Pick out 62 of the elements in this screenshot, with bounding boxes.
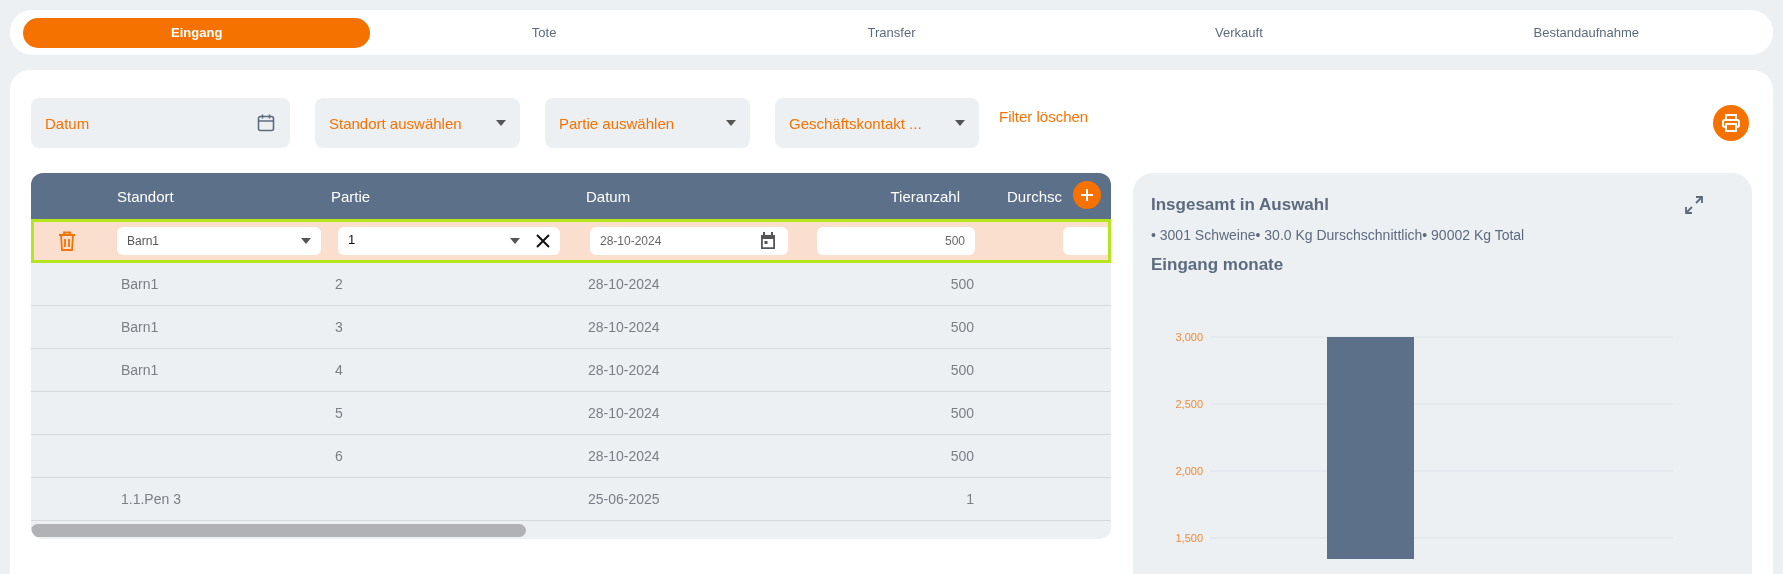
tab[interactable]: Transfer bbox=[717, 17, 1066, 48]
trash-icon[interactable] bbox=[58, 231, 76, 251]
caret-icon bbox=[510, 238, 520, 244]
expand-icon[interactable] bbox=[1684, 195, 1704, 215]
table-cell: 1.1.Pen 3 bbox=[121, 491, 181, 507]
clear-filters-link[interactable]: Filter löschen bbox=[999, 108, 1089, 125]
table-cell: 500 bbox=[950, 405, 974, 421]
table-cell: 3 bbox=[335, 319, 343, 335]
axis-tick-label: 3,000 bbox=[1175, 331, 1203, 343]
tab[interactable]: Verkauft bbox=[1065, 17, 1413, 48]
column-header[interactable]: Durchsc bbox=[975, 187, 1111, 205]
caret-icon bbox=[496, 120, 506, 126]
calendar-icon bbox=[256, 113, 276, 133]
table-cell: 1 bbox=[966, 491, 974, 507]
column-header[interactable]: Datum bbox=[586, 187, 786, 205]
caret-icon bbox=[955, 120, 965, 126]
tab[interactable]: Eingang bbox=[23, 17, 371, 48]
chart-title: Eingang monate bbox=[1151, 255, 1284, 275]
caret-icon bbox=[726, 120, 736, 126]
axis-tick-label: 1,500 bbox=[1175, 531, 1203, 544]
table-cell: 500 bbox=[950, 362, 974, 378]
table-cell: 28-10-2024 bbox=[588, 448, 660, 464]
column-header[interactable]: Partie bbox=[331, 187, 586, 205]
calendar-icon bbox=[760, 232, 776, 250]
table-cell: 4 bbox=[335, 362, 343, 378]
axis-tick-label: 2,500 bbox=[1175, 398, 1203, 410]
count-input[interactable]: 500 bbox=[817, 227, 975, 255]
table-cell: 28-10-2024 bbox=[588, 319, 660, 335]
column-header[interactable]: Tieranzahl bbox=[786, 187, 975, 205]
table-cell: Barn1 bbox=[121, 319, 159, 335]
table-cell: 500 bbox=[950, 276, 974, 292]
axis-tick-label: 2,000 bbox=[1175, 465, 1203, 477]
dropdown[interactable]: Geschäftskontakt ... bbox=[775, 98, 979, 148]
batch-select[interactable]: 1 bbox=[338, 227, 560, 255]
table-cell: 2 bbox=[335, 276, 343, 292]
tab[interactable]: Tote bbox=[370, 17, 718, 48]
caret-icon bbox=[301, 238, 311, 244]
average-input[interactable] bbox=[1063, 227, 1111, 255]
table-cell: 500 bbox=[950, 448, 974, 464]
tab[interactable]: Bestandaufnahme bbox=[1412, 17, 1761, 48]
panel-title: Insgesamt in Auswahl bbox=[1151, 195, 1329, 215]
location-select[interactable]: Barn1 bbox=[117, 227, 321, 255]
table-cell: Barn1 bbox=[121, 276, 159, 292]
table-cell: 25-06-2025 bbox=[588, 491, 660, 507]
scrollbar[interactable] bbox=[31, 523, 526, 537]
summary-text: • 3001 Schweine• 30.0 Kg Durschschnittlich• 90002 Kg Total bbox=[1151, 227, 1525, 243]
table-cell: 500 bbox=[950, 319, 974, 335]
print-icon bbox=[1721, 113, 1741, 133]
plus-icon bbox=[1080, 188, 1094, 202]
table-cell: 6 bbox=[335, 448, 343, 464]
clear-icon[interactable] bbox=[536, 234, 550, 248]
table-cell: 28-10-2024 bbox=[588, 405, 660, 421]
column-header[interactable]: Standort bbox=[103, 187, 331, 205]
date-field[interactable]: Datum bbox=[31, 98, 290, 148]
table-cell: 5 bbox=[335, 405, 343, 421]
table-cell: 28-10-2024 bbox=[588, 276, 660, 292]
dropdown[interactable]: Partie auswählen bbox=[545, 98, 750, 148]
date-field[interactable]: 28-10-2024 bbox=[590, 227, 788, 255]
dropdown[interactable]: Standort auswählen bbox=[315, 98, 520, 148]
print-button[interactable] bbox=[1713, 105, 1749, 141]
table-cell: 28-10-2024 bbox=[588, 362, 660, 378]
table-cell: Barn1 bbox=[121, 362, 159, 378]
